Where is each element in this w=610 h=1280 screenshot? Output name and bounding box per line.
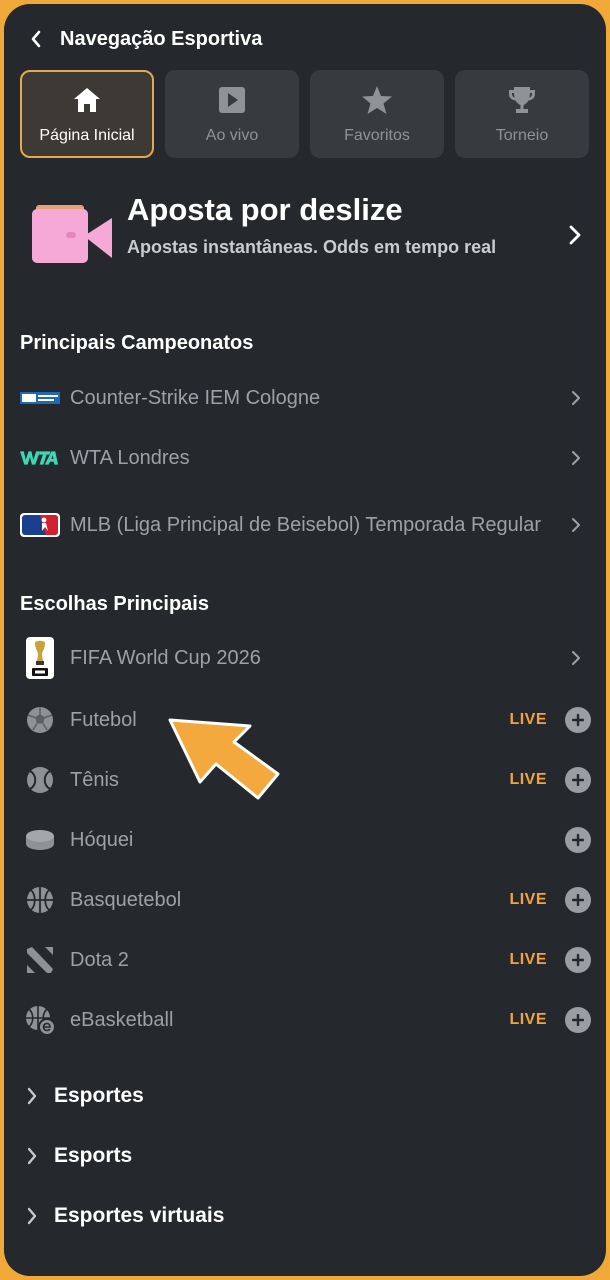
dota-icon <box>27 947 53 973</box>
pick-name: FIFA World Cup 2026 <box>70 646 261 669</box>
add-button[interactable] <box>565 827 591 853</box>
league-name: MLB (Liga Principal de Beisebol) Tempora… <box>70 513 541 536</box>
pick-row[interactable]: Hóquei <box>20 818 591 862</box>
chevron-right-icon <box>27 1087 37 1105</box>
sports-navigation-panel: Navegação Esportiva Página Inicial Ao vi… <box>4 4 606 1276</box>
star-icon <box>362 86 392 114</box>
plus-icon <box>572 774 584 786</box>
pointer-arrow-icon <box>168 718 280 800</box>
promo-title: Aposta por deslize <box>127 192 403 227</box>
soccer-ball-icon <box>27 707 53 733</box>
category-label: Esports <box>54 1144 133 1167</box>
section-title-top-picks: Escolhas Principais <box>20 593 209 615</box>
swipe-bet-icon <box>32 205 112 263</box>
chevron-right-icon <box>572 451 580 465</box>
hockey-puck-icon <box>26 830 54 850</box>
tab-home[interactable]: Página Inicial <box>20 70 154 158</box>
intel-extreme-masters-logo <box>20 392 60 404</box>
chevron-right-icon <box>572 391 580 405</box>
pick-row[interactable]: Dota 2 LIVE <box>20 938 591 982</box>
chevron-right-icon <box>572 518 580 532</box>
league-row[interactable]: Counter-Strike IEM Cologne <box>20 376 590 420</box>
tennis-ball-icon <box>27 767 53 793</box>
league-name: WTA Londres <box>70 446 190 469</box>
page-title: Navegação Esportiva <box>60 27 263 50</box>
tab-label: Ao vivo <box>205 127 259 144</box>
basketball-icon <box>27 887 53 913</box>
pick-name: Basquetebol <box>70 888 182 911</box>
tab-label: Torneio <box>495 127 549 144</box>
play-icon <box>219 87 245 113</box>
back-button[interactable] <box>22 25 50 53</box>
pick-name: Hóquei <box>70 828 134 851</box>
plus-icon <box>572 954 584 966</box>
league-name: Counter-Strike IEM Cologne <box>70 386 321 409</box>
tab-label: Favoritos <box>344 127 410 144</box>
tab-label: Página Inicial <box>39 127 135 144</box>
add-button[interactable] <box>565 1007 591 1033</box>
chevron-right-icon <box>27 1207 37 1225</box>
nav-tabs: Página Inicial Ao vivo Favoritos Torneio <box>20 70 590 158</box>
category-label: Esportes virtuais <box>54 1204 225 1227</box>
chevron-right-icon <box>569 225 581 245</box>
tab-favorites[interactable]: Favoritos <box>310 70 444 158</box>
add-button[interactable] <box>565 767 591 793</box>
wta-logo <box>20 451 59 465</box>
add-button[interactable] <box>565 707 591 733</box>
tab-tournament[interactable]: Torneio <box>455 70 589 158</box>
add-button[interactable] <box>565 947 591 973</box>
category-label: Esportes <box>54 1084 144 1107</box>
chevron-right-icon <box>27 1147 37 1165</box>
pick-row[interactable]: FIFA World Cup 2026 <box>20 636 590 680</box>
add-button[interactable] <box>565 887 591 913</box>
live-badge: LIVE <box>509 771 547 788</box>
plus-icon <box>572 894 584 906</box>
pick-row[interactable]: eBasketball LIVE <box>20 998 591 1042</box>
header: Navegação Esportiva <box>4 18 606 60</box>
plus-icon <box>572 834 584 846</box>
mlb-logo <box>20 513 60 537</box>
fifa-world-cup-logo <box>26 637 54 679</box>
pick-row[interactable]: Basquetebol LIVE <box>20 878 591 922</box>
live-badge: LIVE <box>509 711 547 728</box>
promo-subtitle: Apostas instantâneas. Odds em tempo real <box>127 237 497 257</box>
live-badge: LIVE <box>509 951 547 968</box>
tab-live[interactable]: Ao vivo <box>165 70 299 158</box>
trophy-icon <box>509 87 535 113</box>
pick-row[interactable]: Futebol LIVE <box>20 698 591 742</box>
section-title-top-leagues: Principais Campeonatos <box>20 332 254 354</box>
plus-icon <box>572 1014 584 1026</box>
pick-name: eBasketball <box>70 1008 174 1031</box>
league-row[interactable]: MLB (Liga Principal de Beisebol) Tempora… <box>20 500 590 550</box>
league-row[interactable]: WTA Londres <box>20 436 590 480</box>
live-badge: LIVE <box>509 891 547 908</box>
category-virtual-sports[interactable]: Esportes virtuais <box>26 1204 224 1228</box>
chevron-left-icon <box>31 30 41 48</box>
chevron-right-icon <box>572 651 580 665</box>
swipe-bet-banner[interactable]: Aposta por deslize Apostas instantâneas.… <box>32 190 592 290</box>
plus-icon <box>572 714 584 726</box>
category-esports[interactable]: Esports <box>26 1144 132 1168</box>
category-sports[interactable]: Esportes <box>26 1084 144 1108</box>
pick-name: Dota 2 <box>70 948 129 971</box>
live-badge: LIVE <box>509 1011 547 1028</box>
ebasketball-icon <box>26 1006 56 1036</box>
home-icon <box>74 88 100 112</box>
pick-row[interactable]: Tênis LIVE <box>20 758 591 802</box>
